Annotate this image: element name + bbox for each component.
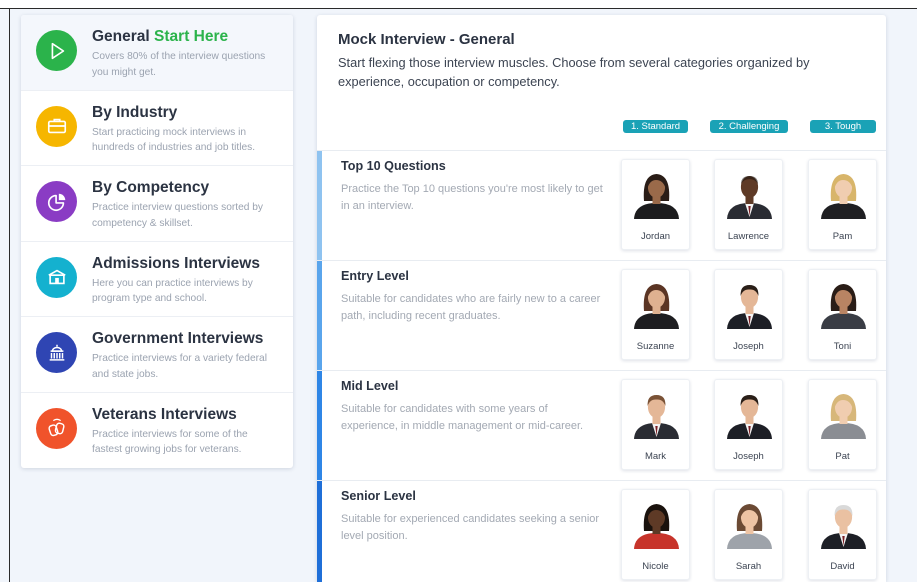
- interviewer-card[interactable]: Pam: [808, 159, 877, 250]
- level-accent-bar: [317, 151, 322, 260]
- sidebar-item-government[interactable]: Government Interviews Practice interview…: [21, 317, 293, 393]
- interviewer-card[interactable]: Joseph: [714, 379, 783, 470]
- sidebar-item-industry[interactable]: By Industry Start practicing mock interv…: [21, 91, 293, 166]
- interviewer-avatar: [821, 174, 866, 219]
- sidebar-item-competency[interactable]: By Competency Practice interview questio…: [21, 166, 293, 242]
- level-row[interactable]: Senior Level Suitable for experienced can…: [317, 480, 886, 582]
- interviewer-avatar: [634, 174, 679, 219]
- interviewer-avatar: [821, 284, 866, 329]
- sidebar-item-description: Here you can practice interviews by prog…: [92, 277, 253, 305]
- play-icon: [36, 30, 77, 71]
- level-description: Suitable for candidates with some years …: [341, 403, 584, 432]
- interviewer-avatar: [727, 395, 772, 439]
- sidebar-item-title: Government Interviews: [92, 330, 264, 347]
- sidebar-item-general[interactable]: General Start Here Covers 80% of the int…: [21, 15, 293, 91]
- interviewer-card[interactable]: Toni: [808, 269, 877, 360]
- interviewer-name: Toni: [833, 341, 852, 352]
- interviewer-card[interactable]: Suzanne: [621, 269, 690, 360]
- page-subtitle: Start flexing those interview muscles. C…: [338, 55, 810, 89]
- sidebar-item-description: Practice interviews for a variety federa…: [92, 353, 267, 380]
- briefcase-icon: [36, 105, 77, 147]
- category-sidebar: General Start Here Covers 80% of the int…: [21, 15, 293, 468]
- page-title: Mock Interview - General: [338, 31, 515, 48]
- interviewer-name: Mark: [644, 451, 667, 462]
- capitol-icon: [36, 332, 77, 373]
- difficulty-tough-badge[interactable]: 3. Tough: [810, 120, 876, 133]
- level-row[interactable]: Mid Level Suitable for candidates with so…: [317, 370, 886, 480]
- mock-interview-panel: Mock Interview - General Start flexing t…: [317, 15, 886, 582]
- interviewer-avatar: [727, 285, 772, 329]
- sidebar-item-title: By Competency: [92, 179, 210, 196]
- interviewer-card[interactable]: David: [808, 489, 877, 580]
- level-title: Entry Level: [341, 269, 409, 283]
- difficulty-challenging-badge[interactable]: 2. Challenging: [710, 120, 788, 133]
- pie-chart-icon: [36, 181, 77, 222]
- level-title: Mid Level: [341, 379, 399, 393]
- level-accent-bar: [317, 261, 322, 370]
- interviewer-card[interactable]: Joseph: [714, 269, 783, 360]
- interviewer-name: Sarah: [735, 561, 762, 572]
- sidebar-item-description: Covers 80% of the interview questions yo…: [92, 51, 266, 78]
- interviewer-name: David: [830, 561, 855, 572]
- sidebar-item-title: By Industry: [92, 103, 178, 121]
- interviewer-avatar: [727, 176, 772, 219]
- interviewer-name: Lawrence: [727, 231, 770, 242]
- interviewer-name: Pat: [835, 451, 850, 462]
- level-title: Top 10 Questions: [341, 159, 446, 173]
- school-icon: [36, 256, 77, 298]
- interviewer-card[interactable]: Lawrence: [714, 159, 783, 250]
- level-accent-bar: [317, 371, 322, 480]
- interviewer-card[interactable]: Jordan: [621, 159, 690, 250]
- interviewer-avatar: [634, 284, 679, 329]
- interviewer-card[interactable]: Pat: [808, 379, 877, 470]
- level-row[interactable]: Top 10 Questions Practice the Top 10 ques…: [317, 150, 886, 260]
- interviewer-name: Joseph: [733, 341, 764, 352]
- interviewer-avatar: [634, 504, 679, 549]
- sidebar-item-admissions[interactable]: Admissions Interviews Here you can pract…: [21, 242, 293, 317]
- interviewer-avatar: [821, 394, 866, 439]
- level-description: Practice the Top 10 questions you're mos…: [341, 183, 603, 212]
- level-description: Suitable for candidates who are fairly n…: [341, 293, 601, 322]
- interviewer-name: Pam: [832, 231, 853, 242]
- level-accent-bar: [317, 481, 322, 582]
- interviewer-card[interactable]: Sarah: [714, 489, 783, 580]
- interviewer-avatar: [727, 504, 772, 549]
- start-here-label: Start Here: [154, 28, 229, 45]
- sidebar-item-veterans[interactable]: Veterans Interviews Practice interviews …: [21, 393, 293, 469]
- interviewer-name: Jordan: [640, 231, 671, 242]
- interviewer-avatar: [634, 395, 679, 439]
- interviewer-avatar: [821, 505, 866, 549]
- window-left-edge: [9, 9, 10, 582]
- sidebar-item-description: Practice interviews for some of the fast…: [92, 428, 248, 456]
- window-top-edge: [0, 0, 917, 9]
- sidebar-item-description: Start practicing mock interviews in hund…: [92, 126, 256, 154]
- level-row[interactable]: Entry Level Suitable for candidates who a…: [317, 260, 886, 370]
- interviewer-name: Nicole: [642, 561, 669, 572]
- interviewer-name: Joseph: [733, 451, 764, 462]
- sidebar-item-title: General Start Here: [92, 28, 229, 45]
- interviewer-card[interactable]: Nicole: [621, 489, 690, 580]
- sidebar-item-description: Practice interview questions sorted by c…: [92, 202, 264, 229]
- level-description: Suitable for experienced candidates seek…: [341, 513, 600, 542]
- sidebar-item-title: Admissions Interviews: [92, 254, 260, 272]
- level-title: Senior Level: [341, 489, 416, 503]
- interviewer-name: Suzanne: [636, 341, 675, 352]
- sidebar-item-title: Veterans Interviews: [92, 405, 237, 423]
- dog-tags-icon: [36, 407, 77, 449]
- difficulty-standard-badge[interactable]: 1. Standard: [623, 120, 688, 133]
- interviewer-card[interactable]: Mark: [621, 379, 690, 470]
